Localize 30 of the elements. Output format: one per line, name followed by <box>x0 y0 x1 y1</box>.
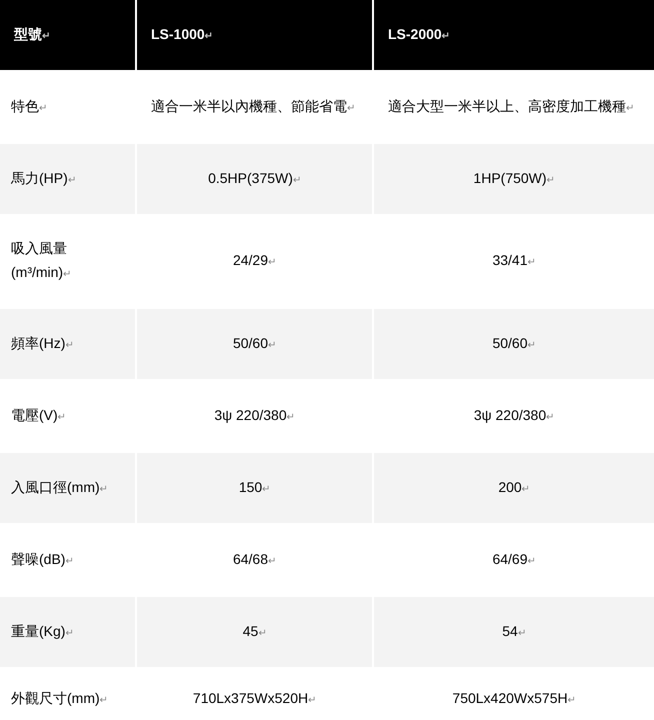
table-cell-text: 64/68↵ <box>232 550 276 568</box>
row-label: 入風口徑(mm)↵ <box>11 478 108 497</box>
table-cell-text: 適合大型一米半以上、高密度加工機種↵ <box>388 96 634 116</box>
row-label: 頻率(Hz)↵ <box>11 334 74 353</box>
table-cell-text: 3ψ 220/380↵ <box>214 406 295 425</box>
row-label: 電壓(V)↵ <box>11 406 66 425</box>
column-header: LS-1000↵ <box>151 24 213 44</box>
table-cell-text: 50/60↵ <box>232 334 276 352</box>
row-label: 重量(Kg)↵ <box>11 622 74 641</box>
table-cell-text: 適合一米半以內機種、節能省電↵ <box>151 96 355 116</box>
table-cell-text: 0.5HP(375W)↵ <box>208 168 301 188</box>
table-cell-text: 50/60↵ <box>492 334 536 352</box>
table-cell-text: 750Lx420Wx575H↵ <box>452 688 576 708</box>
row-label: 外觀尺寸(mm)↵ <box>11 688 108 708</box>
table-cell-text: 64/69↵ <box>492 550 536 568</box>
table-cell-text: 54↵ <box>502 622 526 640</box>
row-label: 馬力(HP)↵ <box>11 168 76 188</box>
table-cell-text: 150↵ <box>238 478 270 496</box>
table-cell-text: 1HP(750W)↵ <box>473 168 555 188</box>
table-cell-text: 24/29↵ <box>232 251 276 270</box>
table-cell-text: 710Lx375Wx520H↵ <box>192 688 316 708</box>
table-cell-text: 33/41↵ <box>492 251 536 270</box>
table-cell-text: 200↵ <box>498 478 530 496</box>
column-header: LS-2000↵ <box>388 24 450 44</box>
row-label: 吸入風量 (m³/min)↵ <box>11 239 72 282</box>
table-cell-text: 3ψ 220/380↵ <box>474 406 554 425</box>
row-label: 聲噪(dB)↵ <box>11 550 74 569</box>
column-header: 型號↵ <box>14 24 50 44</box>
table-cell-text: 45↵ <box>242 622 266 640</box>
row-label: 特色↵ <box>11 96 47 116</box>
